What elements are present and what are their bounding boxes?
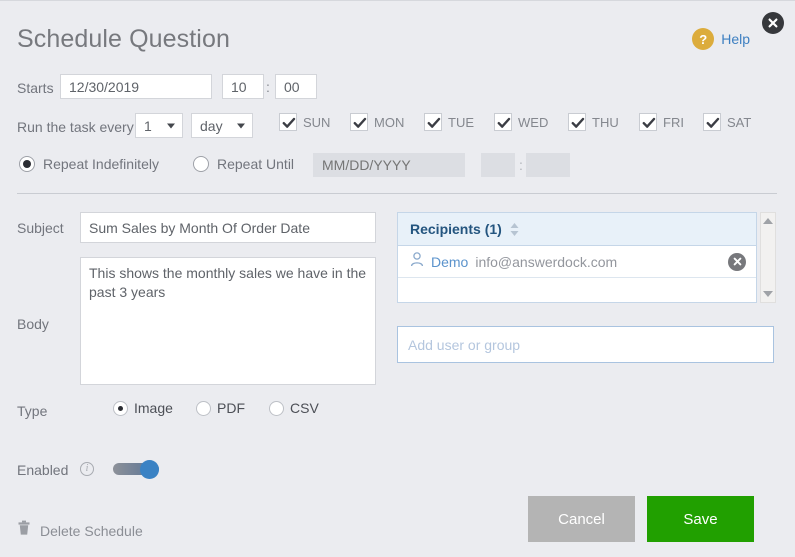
body-textarea[interactable]: This shows the monthly sales we have in … — [80, 257, 376, 385]
check-icon — [353, 117, 367, 128]
day-label-tue: TUE — [448, 114, 474, 130]
day-checkbox-sat[interactable]: SAT — [703, 113, 751, 131]
check-icon — [571, 117, 585, 128]
radio-mark — [19, 156, 35, 172]
repeat-until-date-input[interactable] — [313, 153, 465, 177]
chevron-down-icon — [237, 123, 245, 128]
close-icon — [767, 17, 779, 29]
save-button[interactable]: Save — [647, 496, 754, 542]
radio-repeat-until[interactable]: Repeat Until — [193, 156, 294, 172]
checkbox-box — [639, 113, 657, 131]
subject-input[interactable] — [80, 212, 376, 243]
type-image-label: Image — [134, 400, 173, 416]
day-checkbox-thu[interactable]: THU — [568, 113, 619, 131]
day-checkbox-sun[interactable]: SUN — [279, 113, 330, 131]
recipients-panel: Recipients (1) Demo info@answerdock.com — [397, 212, 757, 303]
scroll-down-icon[interactable] — [763, 291, 773, 297]
run-every-label: Run the task every — [17, 119, 134, 135]
checkbox-box — [279, 113, 297, 131]
start-hour-input[interactable] — [222, 74, 264, 99]
scroll-up-icon[interactable] — [763, 218, 773, 224]
close-button[interactable] — [762, 12, 784, 34]
start-minute-input[interactable] — [275, 74, 317, 99]
check-icon — [497, 117, 511, 128]
question-mark-icon: ? — [692, 28, 715, 50]
enabled-toggle[interactable] — [113, 460, 159, 479]
radio-mark — [196, 400, 211, 416]
checkbox-box — [494, 113, 512, 131]
repeat-until-time-separator: : — [519, 157, 523, 173]
repeat-until-minute-input[interactable] — [526, 153, 570, 177]
checkbox-box — [703, 113, 721, 131]
checkbox-box — [568, 113, 586, 131]
day-label-wed: WED — [518, 114, 549, 130]
section-divider — [17, 193, 777, 194]
repeat-until-label: Repeat Until — [217, 156, 295, 172]
check-icon — [706, 117, 720, 128]
check-icon — [427, 117, 441, 128]
start-time-separator: : — [266, 79, 270, 95]
recipients-scrollbar[interactable] — [760, 212, 776, 303]
close-icon — [733, 257, 741, 266]
repeat-until-hour-input[interactable] — [481, 153, 515, 177]
unit-select-value: day — [200, 117, 223, 134]
chevron-down-icon — [167, 123, 175, 128]
radio-type-image[interactable]: Image — [113, 400, 173, 416]
subject-label: Subject — [17, 220, 64, 236]
page-title: Schedule Question — [17, 25, 230, 53]
delete-schedule-button[interactable]: Delete Schedule — [17, 520, 143, 541]
cancel-button[interactable]: Cancel — [528, 496, 635, 542]
starts-label: Starts — [17, 80, 54, 96]
schedule-question-dialog: Schedule Question ? Help Starts : Run th… — [0, 0, 795, 557]
day-label-mon: MON — [374, 114, 405, 130]
start-date-input[interactable] — [60, 74, 212, 99]
recipients-header[interactable]: Recipients (1) — [398, 213, 756, 246]
trash-icon — [17, 520, 31, 541]
day-label-sun: SUN — [303, 114, 331, 130]
radio-mark — [113, 400, 128, 416]
table-row: Demo info@answerdock.com — [398, 246, 756, 278]
day-checkbox-fri[interactable]: FRI — [639, 113, 684, 131]
day-checkbox-mon[interactable]: MON — [350, 113, 404, 131]
remove-recipient-button[interactable] — [728, 252, 746, 271]
unit-select[interactable]: day — [191, 113, 253, 138]
sort-arrows-icon[interactable] — [510, 222, 519, 236]
day-checkbox-wed[interactable]: WED — [494, 113, 548, 131]
radio-type-pdf[interactable]: PDF — [196, 400, 245, 416]
day-checkbox-tue[interactable]: TUE — [424, 113, 474, 131]
help-link[interactable]: ? Help — [692, 28, 750, 50]
enabled-label: Enabled — [17, 462, 69, 478]
recipient-name[interactable]: Demo — [431, 254, 468, 270]
radio-mark — [269, 400, 284, 416]
repeat-indefinitely-label: Repeat Indefinitely — [43, 156, 159, 172]
body-label: Body — [17, 316, 49, 332]
person-icon — [410, 251, 424, 272]
interval-select-value: 1 — [144, 117, 152, 134]
help-label: Help — [721, 31, 750, 47]
checkbox-box — [350, 113, 368, 131]
info-icon[interactable]: i — [80, 462, 94, 476]
radio-mark — [193, 156, 209, 172]
check-icon — [642, 117, 656, 128]
check-icon — [282, 117, 296, 128]
delete-schedule-label: Delete Schedule — [40, 522, 143, 539]
day-label-sat: SAT — [727, 114, 752, 130]
radio-type-csv[interactable]: CSV — [269, 400, 319, 416]
add-user-input[interactable] — [397, 326, 774, 363]
toggle-knob — [140, 460, 159, 479]
day-label-thu: THU — [592, 114, 619, 130]
type-csv-label: CSV — [290, 400, 319, 416]
radio-repeat-indefinitely[interactable]: Repeat Indefinitely — [19, 156, 159, 172]
day-label-fri: FRI — [663, 114, 684, 130]
type-pdf-label: PDF — [217, 400, 245, 416]
type-label: Type — [17, 403, 48, 419]
interval-select[interactable]: 1 — [135, 113, 183, 138]
recipient-email: info@answerdock.com — [475, 253, 618, 270]
recipients-title: Recipients (1) — [410, 221, 502, 237]
checkbox-box — [424, 113, 442, 131]
